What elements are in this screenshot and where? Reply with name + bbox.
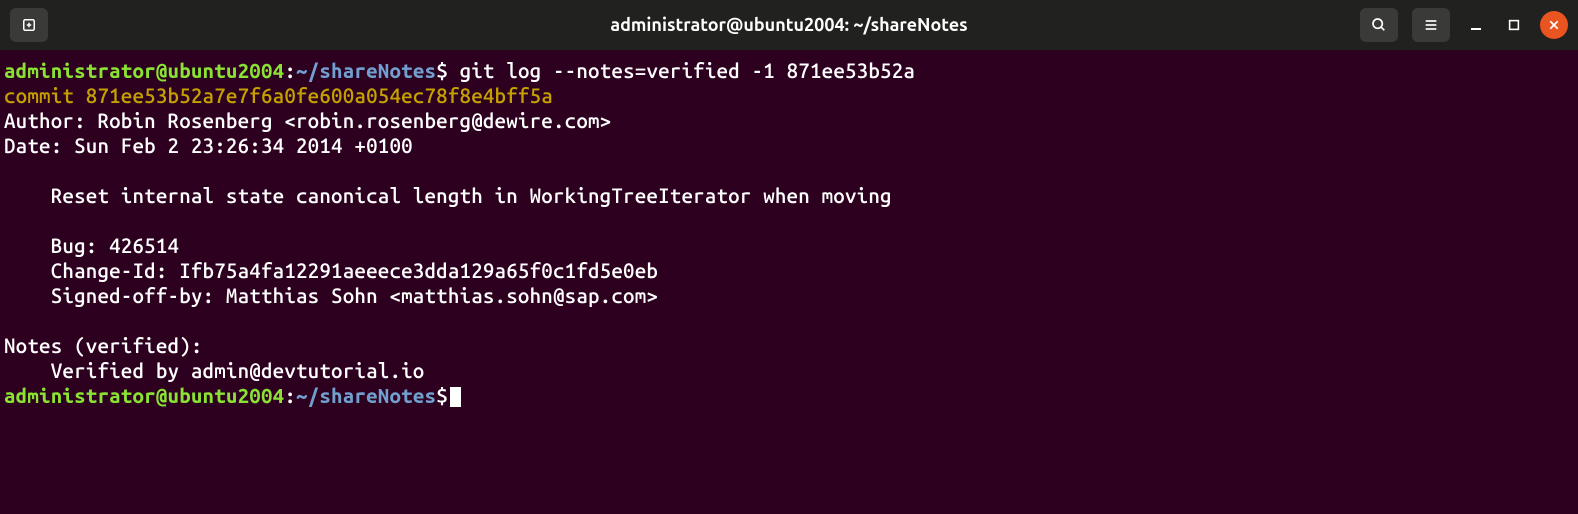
command-text [448, 59, 460, 82]
titlebar-left [10, 8, 48, 42]
prompt-path: ~/shareNotes [296, 59, 436, 82]
terminal-content[interactable]: administrator@ubuntu2004:~/shareNotes$ g… [0, 50, 1578, 416]
prompt-dollar: $ [436, 59, 448, 82]
blank-line [4, 158, 1574, 183]
maximize-icon [1507, 18, 1521, 32]
cursor [450, 387, 461, 407]
hamburger-icon [1423, 17, 1439, 33]
blank-line [4, 308, 1574, 333]
maximize-button[interactable] [1502, 13, 1526, 37]
changeid-line: Change-Id: Ifb75a4fa12291aeeece3dda129a6… [4, 258, 1574, 283]
new-tab-icon [20, 16, 38, 34]
close-icon [1548, 19, 1560, 31]
command-text: git log --notes=verified -1 871ee53b52a [460, 59, 916, 82]
notes-header: Notes (verified): [4, 333, 1574, 358]
blank-line [4, 208, 1574, 233]
minimize-button[interactable] [1464, 13, 1488, 37]
minimize-icon [1468, 17, 1484, 33]
date-line: Date: Sun Feb 2 23:26:34 2014 +0100 [4, 133, 1574, 158]
search-button[interactable] [1360, 8, 1398, 42]
command-line-1: administrator@ubuntu2004:~/shareNotes$ g… [4, 58, 1574, 83]
prompt-colon: : [284, 384, 296, 407]
prompt-path: ~/shareNotes [296, 384, 436, 407]
command-line-2: administrator@ubuntu2004:~/shareNotes$ [4, 383, 1574, 408]
bug-line: Bug: 426514 [4, 233, 1574, 258]
titlebar-right [1360, 8, 1568, 42]
signedoff-line: Signed-off-by: Matthias Sohn <matthias.s… [4, 283, 1574, 308]
window-title: administrator@ubuntu2004: ~/shareNotes [610, 15, 967, 35]
new-tab-button[interactable] [10, 8, 48, 42]
commit-message: Reset internal state canonical length in… [4, 183, 1574, 208]
prompt-dollar: $ [436, 384, 448, 407]
prompt-colon: : [284, 59, 296, 82]
titlebar: administrator@ubuntu2004: ~/shareNotes [0, 0, 1578, 50]
prompt-user: administrator@ubuntu2004 [4, 384, 284, 407]
commit-line: commit 871ee53b52a7e7f6a0fe600a054ec78f8… [4, 83, 1574, 108]
notes-body: Verified by admin@devtutorial.io [4, 358, 1574, 383]
close-button[interactable] [1540, 11, 1568, 39]
author-line: Author: Robin Rosenberg <robin.rosenberg… [4, 108, 1574, 133]
menu-button[interactable] [1412, 8, 1450, 42]
search-icon [1371, 17, 1387, 33]
prompt-user: administrator@ubuntu2004 [4, 59, 284, 82]
